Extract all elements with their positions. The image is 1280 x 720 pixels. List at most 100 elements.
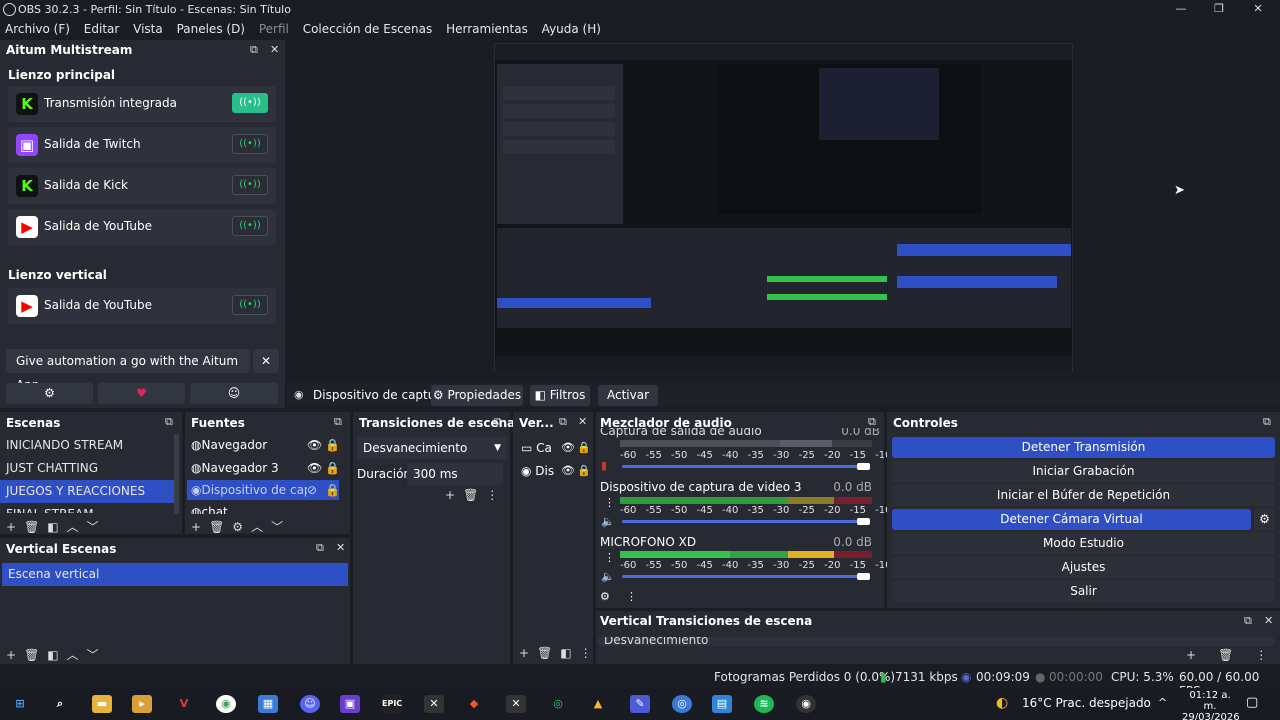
scene-item[interactable]: FINAL STREAM: [0, 503, 174, 513]
lock-icon[interactable]: 🔒: [325, 480, 339, 500]
notification-icon[interactable]: ▢: [1246, 695, 1258, 710]
vertical-transition-select[interactable]: Desvanecimiento: [598, 637, 1274, 646]
properties-button[interactable]: ⚙ Propiedades: [431, 385, 523, 406]
vertical-source-item[interactable]: ▭ Ca: [521, 441, 552, 455]
float-icon[interactable]: ⧉: [559, 415, 567, 429]
menu-paneles[interactable]: Paneles (D): [172, 19, 250, 40]
trash-icon[interactable]: 🗑: [24, 648, 39, 662]
promo-close-button[interactable]: ✕: [253, 349, 279, 373]
close-icon[interactable]: ✕: [1243, 2, 1273, 17]
scrollbar[interactable]: [174, 434, 179, 514]
muted-speaker-icon[interactable]: ▮: [601, 459, 607, 472]
add-icon[interactable]: +: [191, 520, 201, 534]
add-icon[interactable]: +: [445, 488, 455, 502]
windows-start-icon[interactable]: ⊞: [10, 695, 30, 713]
minimize-icon[interactable]: —: [1166, 2, 1196, 17]
add-icon[interactable]: +: [6, 648, 16, 662]
volume-slider[interactable]: [622, 520, 868, 523]
clock[interactable]: 01:12 a. m. 29/03/2026: [1182, 690, 1240, 720]
float-icon[interactable]: ⧉: [1263, 415, 1271, 429]
lock-icon[interactable]: 🔒: [325, 457, 340, 480]
more-icon[interactable]: ⋮: [486, 488, 498, 502]
eye-icon[interactable]: 👁: [561, 464, 575, 477]
maximize-icon[interactable]: ❐: [1204, 2, 1234, 17]
file-explorer-icon[interactable]: ▬: [92, 695, 112, 713]
source-item[interactable]: ◍chat: [187, 502, 339, 514]
vertical-scene-item[interactable]: Escena vertical: [2, 563, 348, 586]
stop-virtual-camera-button[interactable]: Detener Cámara Virtual: [892, 509, 1251, 530]
trash-icon[interactable]: 🗑: [24, 520, 39, 534]
capcut-icon[interactable]: ✕: [506, 695, 526, 713]
menu-herramientas[interactable]: Herramientas: [441, 19, 533, 40]
store-icon[interactable]: ▦: [258, 695, 278, 713]
chevron-up-icon[interactable]: ︿: [67, 518, 79, 535]
add-icon[interactable]: +: [6, 520, 16, 534]
lock-icon[interactable]: 🔒: [577, 441, 591, 454]
brave-icon[interactable]: ◆: [464, 695, 484, 713]
trash-icon[interactable]: 🗑: [1218, 648, 1233, 662]
lock-icon[interactable]: 🔒: [577, 464, 591, 477]
chevron-down-icon[interactable]: ﹀: [87, 646, 99, 663]
volume-knob[interactable]: [857, 463, 870, 470]
stop-streaming-button[interactable]: Detener Transmisión: [892, 437, 1275, 458]
gear-icon[interactable]: ⚙: [232, 520, 243, 534]
mixer-settings-gear-icon[interactable]: ⚙: [600, 590, 610, 603]
eye-icon[interactable]: 👁: [561, 441, 575, 454]
filter-icon[interactable]: ◧: [560, 646, 571, 660]
settings-button[interactable]: Ajustes: [892, 557, 1275, 578]
epic-games-icon[interactable]: EPIC: [382, 695, 402, 713]
valorant-icon[interactable]: V: [174, 695, 194, 713]
tray-chevron-icon[interactable]: ^: [1158, 696, 1167, 709]
heart-icon[interactable]: ♥: [98, 383, 185, 404]
scene-item[interactable]: INICIANDO STREAM: [0, 434, 174, 457]
start-recording-button[interactable]: Iniciar Grabación: [892, 461, 1275, 482]
filter-icon[interactable]: ◧: [47, 520, 58, 534]
menu-coleccion[interactable]: Colección de Escenas: [298, 19, 438, 40]
app-icon[interactable]: ◎: [548, 695, 568, 713]
float-icon[interactable]: ⧉: [334, 415, 342, 429]
more-icon[interactable]: ⋮: [604, 551, 615, 564]
speaker-icon[interactable]: 🔈: [601, 515, 615, 528]
add-icon[interactable]: +: [1186, 648, 1196, 662]
float-icon[interactable]: ⧉: [165, 415, 173, 429]
activate-button[interactable]: Activar: [598, 385, 658, 406]
discord-icon[interactable]: ☺: [300, 695, 320, 713]
trash-icon[interactable]: 🗑: [463, 488, 478, 502]
virtual-camera-settings-gear-icon[interactable]: ⚙: [1254, 509, 1275, 530]
close-dock-icon[interactable]: ✕: [578, 415, 587, 428]
eye-hidden-icon[interactable]: ⊘: [307, 480, 318, 500]
app-icon[interactable]: ▣: [340, 695, 360, 713]
close-dock-icon[interactable]: ✕: [1264, 614, 1273, 627]
menu-editar[interactable]: Editar: [79, 19, 125, 40]
chrome-icon[interactable]: ◉: [216, 695, 236, 713]
vertical-source-item[interactable]: ◉ Dis: [521, 464, 554, 478]
obs-taskbar-icon[interactable]: ◉: [796, 695, 816, 713]
chevron-up-icon[interactable]: ︿: [251, 518, 263, 535]
trash-icon[interactable]: 🗑: [537, 646, 552, 660]
menu-ayuda[interactable]: Ayuda (H): [537, 19, 606, 40]
eye-icon[interactable]: 👁: [307, 434, 322, 457]
exit-button[interactable]: Salir: [892, 581, 1275, 602]
settings-gear-icon[interactable]: ⚙: [6, 383, 93, 404]
volume-slider[interactable]: [622, 575, 868, 578]
studio-mode-button[interactable]: Modo Estudio: [892, 533, 1275, 554]
menu-vista[interactable]: Vista: [128, 19, 168, 40]
float-icon[interactable]: ⧉: [316, 541, 324, 555]
float-icon[interactable]: ⧉: [1244, 614, 1252, 628]
float-icon[interactable]: ⧉: [868, 415, 876, 429]
more-icon[interactable]: ⋮: [1255, 648, 1267, 662]
app-icon[interactable]: ✎: [630, 695, 650, 713]
trash-icon[interactable]: 🗑: [209, 520, 224, 534]
app-icon[interactable]: ◎: [672, 695, 692, 713]
stream-toggle-button[interactable]: ((•)): [232, 93, 268, 113]
float-icon[interactable]: ⧉: [494, 415, 502, 429]
app-icon[interactable]: ▤: [712, 695, 732, 713]
stream-toggle-button[interactable]: ((•)): [232, 216, 268, 236]
volume-slider[interactable]: [622, 465, 868, 468]
add-icon[interactable]: +: [519, 646, 529, 660]
menu-perfil[interactable]: Perfil: [254, 19, 294, 40]
chevron-up-icon[interactable]: ︿: [67, 646, 79, 663]
duration-input[interactable]: 300 ms: [407, 463, 503, 485]
menu-archivo[interactable]: Archivo (F): [0, 19, 75, 40]
more-icon[interactable]: ⋮: [580, 646, 592, 660]
